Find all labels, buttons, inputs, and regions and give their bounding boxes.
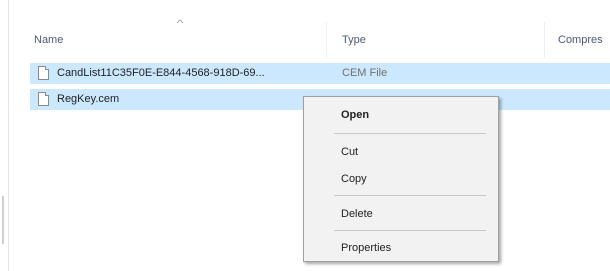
file-icon [38,92,49,106]
menu-item-copy[interactable]: Copy [304,168,498,190]
column-header-name[interactable]: Name [34,34,63,46]
menu-item-properties[interactable]: Properties [304,237,498,259]
scroll-indicator [2,196,4,244]
column-divider[interactable] [544,22,545,58]
file-icon [38,66,49,80]
context-menu: Open Cut Copy Delete Properties [303,96,499,262]
file-name: RegKey.cem [57,93,120,105]
menu-separator [334,195,486,196]
menu-item-label: Cut [341,146,359,158]
menu-item-label: Copy [341,173,367,185]
file-type: CEM File [342,67,388,79]
menu-item-label: Delete [341,208,373,220]
menu-item-delete[interactable]: Delete [304,203,498,225]
menu-item-label: Properties [341,242,392,254]
file-name: CandList11C35F0E-E844-4568-918D-69... [57,67,265,79]
column-header-type[interactable]: Type [342,34,366,46]
file-row[interactable]: CandList11C35F0E-E844-4568-918D-69... CE… [30,63,610,84]
menu-item-open[interactable]: Open [304,104,498,126]
menu-item-label: Open [341,109,370,121]
column-divider[interactable] [326,22,327,58]
menu-separator [334,230,486,231]
menu-separator [334,133,486,134]
column-header-bar: ^ Name Type Compres [8,18,610,62]
sort-ascending-icon: ^ [176,18,184,28]
column-header-compressed-size[interactable]: Compres [558,34,603,46]
menu-item-cut[interactable]: Cut [304,141,498,163]
